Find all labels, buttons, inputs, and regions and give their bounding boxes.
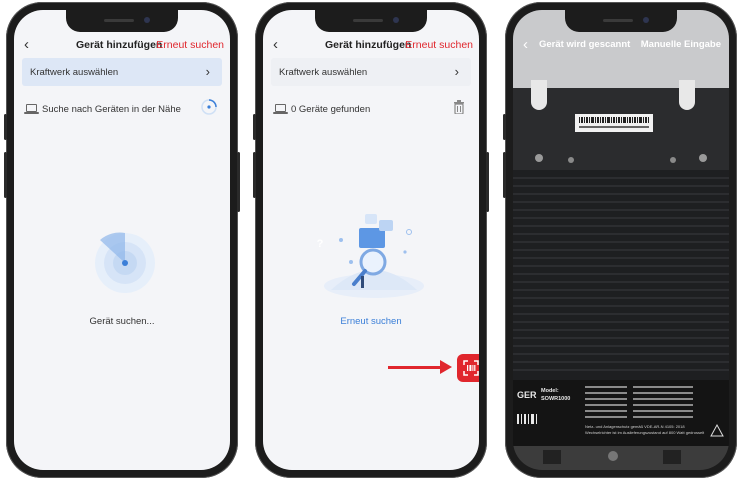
label-certification: Netz- und Anlagenschutz gemäß VDE-AR-N 4…: [585, 424, 685, 429]
nav-header: ‹ Gerät wird gescannt Manuelle Eingabe: [513, 36, 729, 56]
devices-found-label: 0 Geräte gefunden: [291, 104, 371, 115]
laptop-icon: [24, 104, 39, 114]
nav-header: ‹ Gerät hinzufügen Erneut suchen: [14, 36, 230, 56]
notch: [565, 10, 677, 32]
devices-found-row: 0 Geräte gefunden: [273, 100, 469, 118]
phone-frame-1: ‹ Gerät hinzufügen Erneut suchen Kraftwe…: [4, 2, 240, 478]
barcode-scan-icon: [463, 360, 479, 376]
back-button[interactable]: ‹: [523, 36, 528, 54]
camera-view: GER Model: SOWR1000 Netz- und Anlagensch…: [513, 10, 729, 470]
back-button[interactable]: ‹: [24, 36, 29, 54]
power-button: [486, 152, 489, 212]
searching-text: Gerät suchen...: [89, 316, 155, 327]
phone-screen-2: ‹ Gerät hinzufügen Erneut suchen Kraftwe…: [263, 10, 479, 470]
select-power-plant-label: Kraftwerk auswählen: [30, 67, 119, 78]
select-power-plant-button[interactable]: Kraftwerk auswählen ›: [22, 58, 222, 86]
search-status-row: Suche nach Geräten in der Nähe: [24, 99, 220, 118]
select-power-plant-label: Kraftwerk auswählen: [279, 67, 368, 78]
power-button: [237, 152, 240, 212]
scan-qr-button[interactable]: [457, 354, 479, 382]
volume-button: [253, 152, 256, 198]
rescan-link[interactable]: Erneut suchen: [405, 39, 473, 51]
label-model: SOWR1000: [541, 396, 571, 402]
chevron-right-icon: ›: [454, 64, 459, 79]
question-mark-text: ?: [316, 238, 324, 250]
chevron-right-icon: ›: [205, 64, 210, 79]
label-brand: GER: [517, 390, 537, 400]
retry-search-link[interactable]: Erneut suchen: [263, 316, 479, 327]
scanning-title: Gerät wird gescannt: [539, 39, 631, 50]
phone-frame-3: GER Model: SOWR1000 Netz- und Anlagensch…: [503, 2, 737, 478]
volume-button: [253, 114, 256, 140]
select-power-plant-button[interactable]: Kraftwerk auswählen ›: [271, 58, 471, 86]
laptop-icon: [273, 104, 288, 114]
annotation-arrow-head: [440, 360, 452, 374]
volume-button: [503, 152, 506, 198]
phone-screen-1: ‹ Gerät hinzufügen Erneut suchen Kraftwe…: [14, 10, 230, 470]
rescan-link[interactable]: Erneut suchen: [156, 39, 224, 51]
label-model-caption: Model:: [541, 388, 559, 394]
no-devices-illustration: [324, 214, 424, 298]
search-status-label: Suche nach Geräten in der Nähe: [42, 104, 181, 115]
trash-icon[interactable]: [453, 100, 465, 114]
annotation-arrow-line: [388, 366, 442, 369]
radar-scan-icon: [95, 232, 155, 293]
volume-button: [4, 152, 7, 198]
nav-header: ‹ Gerät hinzufügen Erneut suchen: [263, 36, 479, 56]
volume-button: [503, 114, 506, 140]
volume-button: [4, 114, 7, 140]
phone-frame-2: ‹ Gerät hinzufügen Erneut suchen Kraftwe…: [253, 2, 489, 478]
notch: [315, 10, 427, 32]
back-button[interactable]: ‹: [273, 36, 278, 54]
page-title: Gerät hinzufügen: [325, 39, 412, 51]
manual-input-link[interactable]: Manuelle Eingabe: [641, 39, 721, 50]
notch: [66, 10, 178, 32]
loading-spinner-icon: [201, 99, 217, 115]
label-throttle-note: Wechselrichter ist im Auslieferungszusta…: [585, 430, 705, 435]
page-title: Gerät hinzufügen: [76, 39, 163, 51]
